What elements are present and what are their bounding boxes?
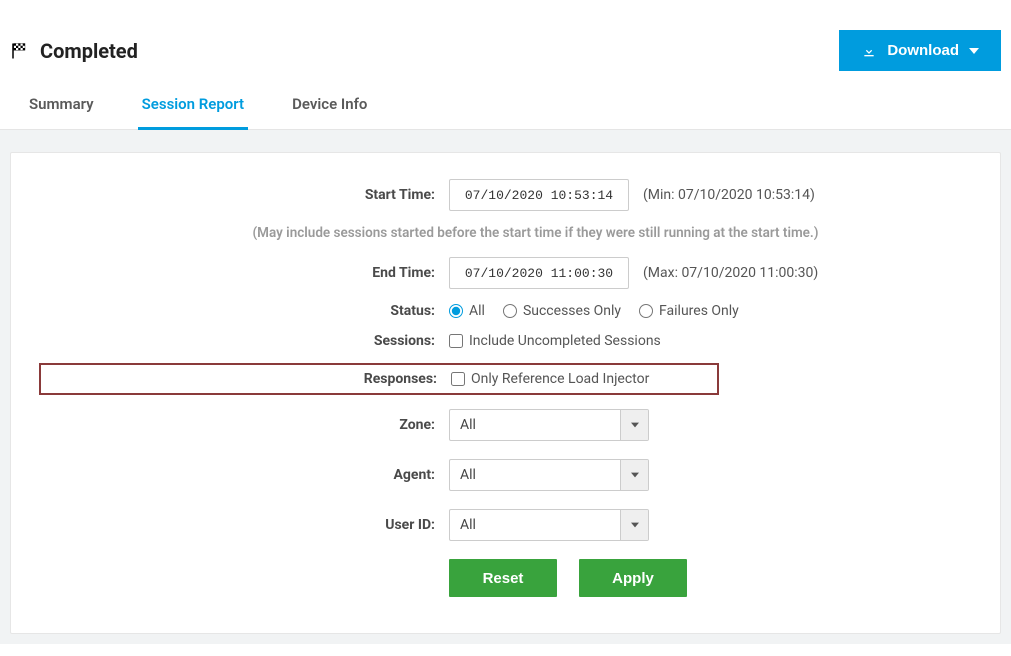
responses-checkbox-label: Only Reference Load Injector (471, 371, 649, 387)
responses-checkbox[interactable]: Only Reference Load Injector (451, 371, 649, 387)
user-id-label: User ID: (31, 517, 449, 533)
chevron-down-icon (620, 460, 648, 490)
chevron-down-icon (620, 410, 648, 440)
download-button[interactable]: Download (839, 30, 1001, 71)
status-label: Status: (31, 303, 449, 319)
page-title: Completed (40, 39, 138, 63)
chevron-down-icon (969, 46, 979, 56)
agent-label: Agent: (31, 467, 449, 483)
tab-device-info[interactable]: Device Info (288, 95, 371, 130)
end-time-input[interactable] (449, 257, 629, 289)
zone-select[interactable]: All (449, 409, 649, 441)
start-time-note: (May include sessions started before the… (31, 225, 980, 241)
start-time-label: Start Time: (31, 187, 449, 203)
tab-session-report[interactable]: Session Report (138, 95, 248, 130)
apply-button[interactable]: Apply (579, 559, 687, 597)
agent-select[interactable]: All (449, 459, 649, 491)
zone-label: Zone: (31, 417, 449, 433)
end-time-label: End Time: (31, 265, 449, 281)
end-time-hint: (Max: 07/10/2020 11:00:30) (643, 265, 818, 281)
reset-button[interactable]: Reset (449, 559, 557, 597)
sessions-checkbox[interactable]: Include Uncompleted Sessions (449, 333, 661, 349)
agent-select-value: All (450, 460, 620, 490)
status-radio-all-label: All (469, 303, 485, 319)
responses-highlight-box: Responses: Only Reference Load Injector (39, 363, 719, 395)
status-radio-failures[interactable]: Failures Only (639, 303, 739, 319)
start-time-hint: (Min: 07/10/2020 10:53:14) (643, 187, 815, 203)
responses-label: Responses: (41, 371, 451, 387)
tab-summary[interactable]: Summary (25, 95, 98, 130)
filter-panel: Start Time: (Min: 07/10/2020 10:53:14) (… (10, 152, 1001, 634)
status-radio-all[interactable]: All (449, 303, 485, 319)
user-id-select[interactable]: All (449, 509, 649, 541)
start-time-input[interactable] (449, 179, 629, 211)
tabs: Summary Session Report Device Info (0, 71, 1011, 130)
download-icon (861, 43, 877, 59)
status-radio-successes-label: Successes Only (523, 303, 621, 319)
status-radio-successes-input[interactable] (503, 304, 517, 318)
responses-checkbox-input[interactable] (451, 372, 465, 386)
status-radio-failures-input[interactable] (639, 304, 653, 318)
status-radio-all-input[interactable] (449, 304, 463, 318)
checkered-flag-icon (10, 42, 28, 60)
status-radio-failures-label: Failures Only (659, 303, 739, 319)
status-radio-successes[interactable]: Successes Only (503, 303, 621, 319)
zone-select-value: All (450, 410, 620, 440)
chevron-down-icon (620, 510, 648, 540)
page-header: Completed Download (0, 0, 1011, 71)
sessions-checkbox-input[interactable] (449, 334, 463, 348)
sessions-checkbox-label: Include Uncompleted Sessions (469, 333, 661, 349)
sessions-label: Sessions: (31, 333, 449, 349)
user-id-select-value: All (450, 510, 620, 540)
download-label: Download (887, 42, 959, 59)
